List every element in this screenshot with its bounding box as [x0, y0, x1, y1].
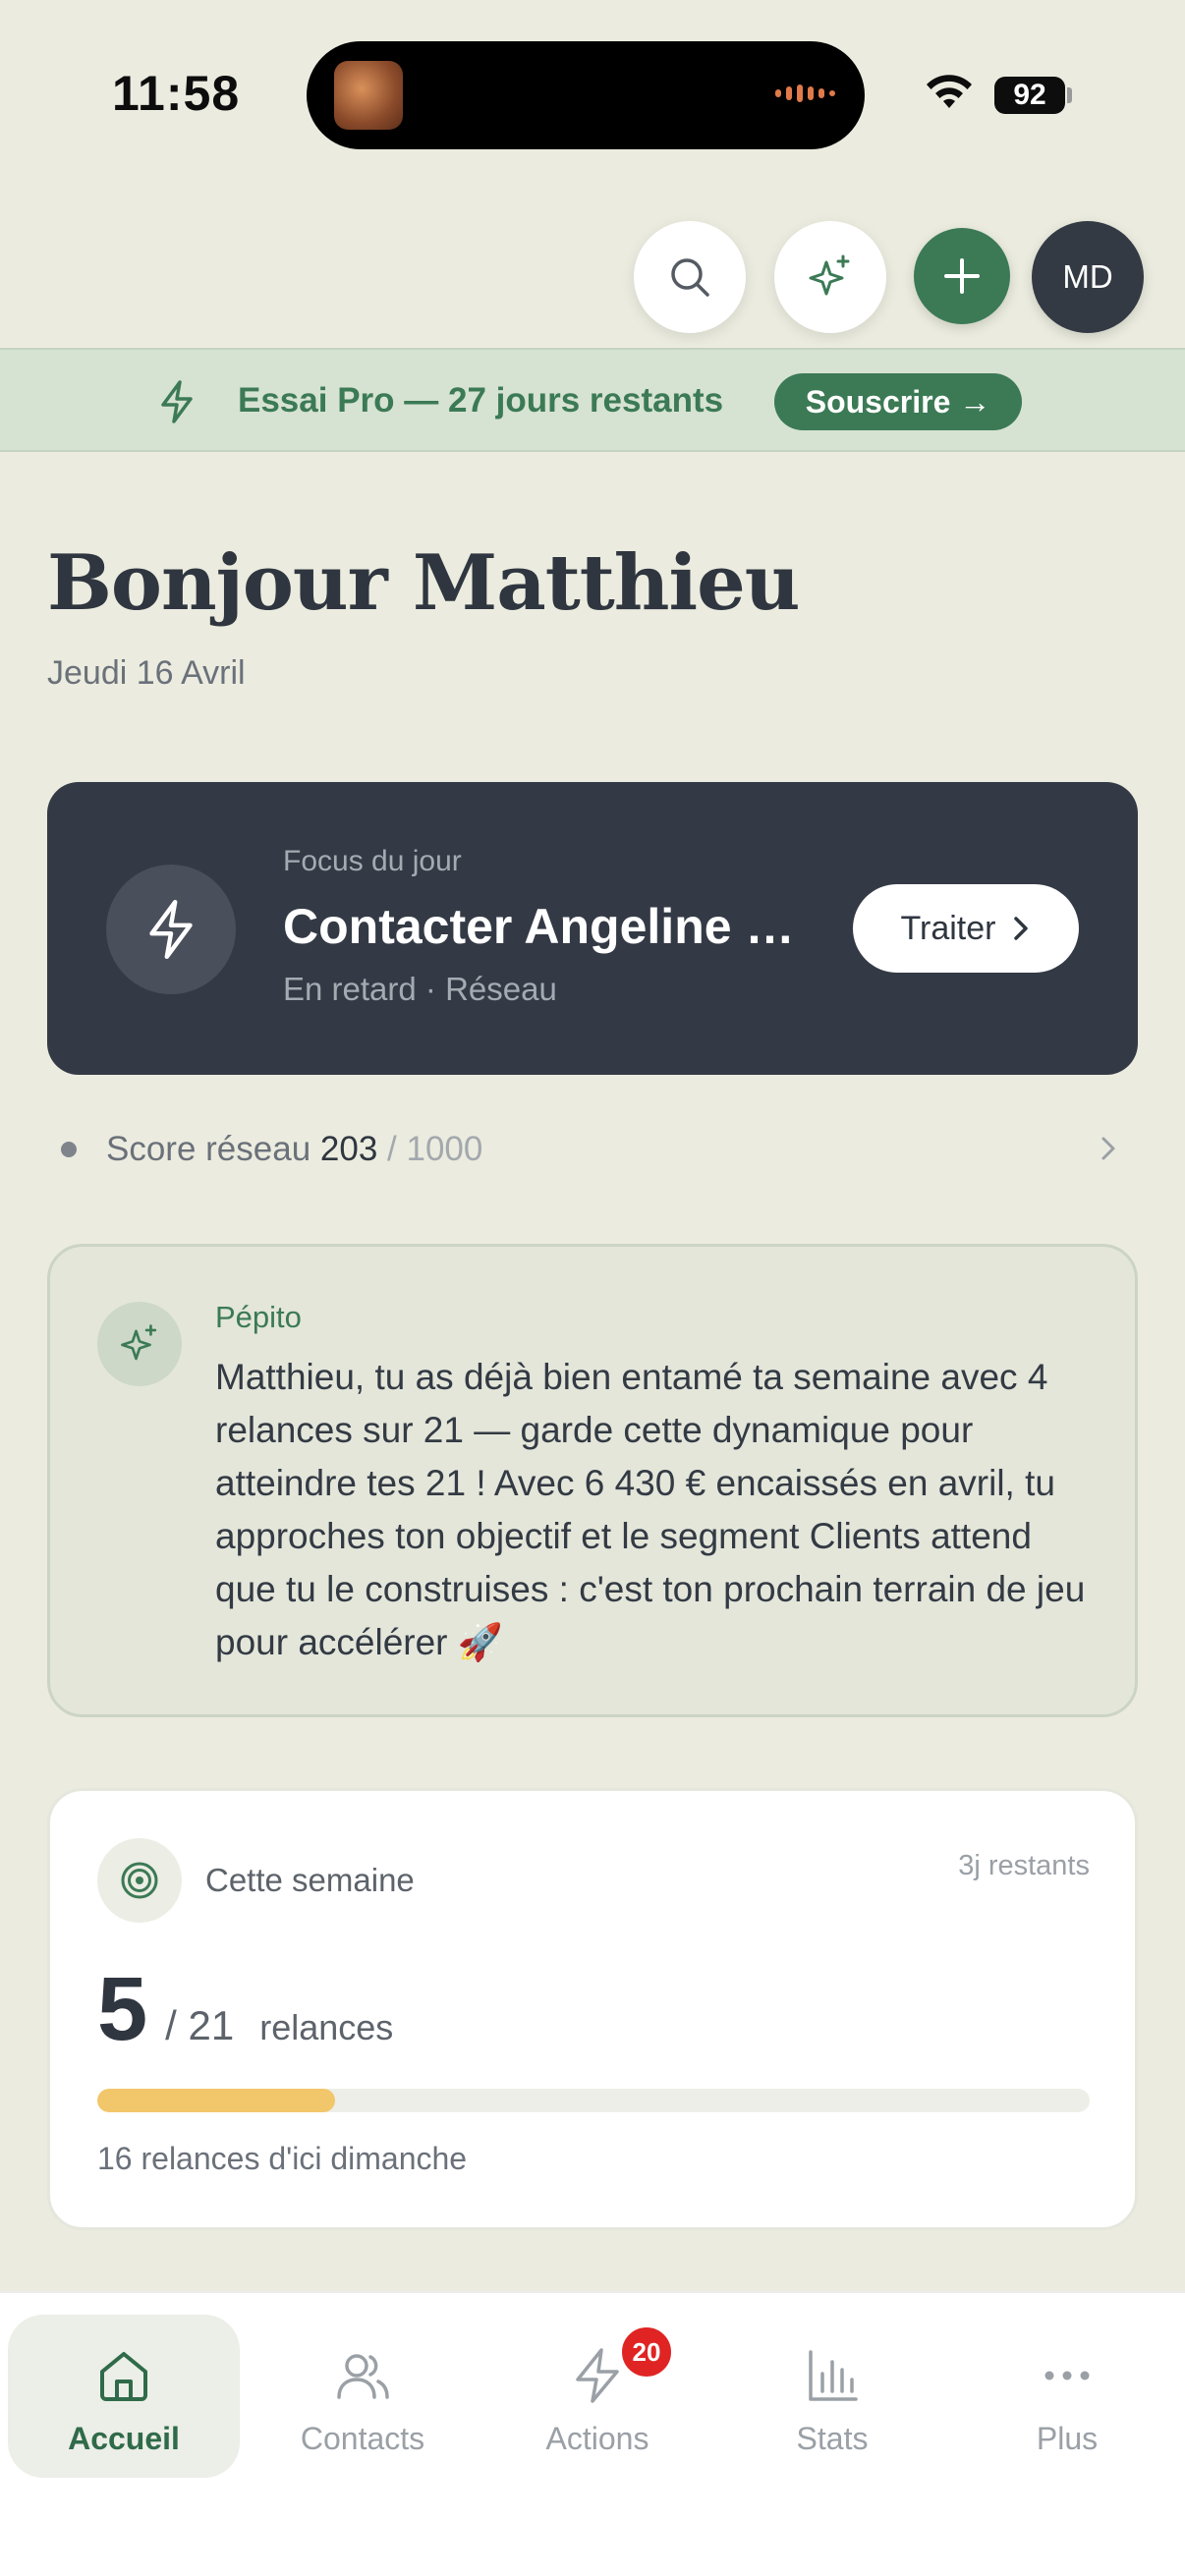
plus-icon — [944, 258, 980, 294]
dynamic-island — [307, 41, 865, 149]
sparkle-icon — [809, 254, 850, 296]
nav-item-plus[interactable]: Plus — [951, 2315, 1183, 2478]
nav-label: Plus — [1036, 2421, 1099, 2456]
nav-label: Contacts — [300, 2421, 425, 2456]
score-label: Score réseau — [106, 1130, 311, 1168]
nav-item-stats[interactable]: Stats — [716, 2315, 948, 2478]
search-icon — [671, 258, 709, 297]
avatar[interactable]: MD — [1032, 221, 1144, 333]
nav-item-contacts[interactable]: Contacts — [247, 2315, 479, 2478]
week-unit: relances — [259, 2007, 394, 2047]
now-playing-artwork — [334, 61, 403, 130]
score-max: / 1000 — [387, 1130, 483, 1168]
bolt-icon — [161, 380, 193, 423]
chevron-right-icon — [1014, 917, 1029, 940]
target-icon-circle — [97, 1838, 182, 1923]
weekly-goal-card[interactable]: Cette semaine 3j restants 5 / 21 relance… — [47, 1788, 1138, 2230]
current-date: Jeudi 16 Avril — [47, 654, 246, 692]
process-button-label: Traiter — [900, 909, 996, 947]
nav-label: Accueil — [68, 2421, 180, 2456]
network-score-row[interactable]: Score réseau 203 / 1000 — [47, 1120, 1138, 1179]
home-icon — [100, 2352, 147, 2401]
process-button[interactable]: Traiter — [853, 884, 1079, 973]
add-button[interactable] — [914, 228, 1010, 324]
bar-chart-icon — [809, 2350, 858, 2401]
actions-badge: 20 — [619, 2324, 674, 2380]
focus-title: Contacter Angeline Martin — [283, 899, 814, 954]
subscribe-button[interactable]: Souscrire → — [774, 373, 1022, 430]
nav-label: Actions — [545, 2421, 649, 2456]
battery-indicator: 92 — [994, 77, 1065, 114]
page-title: Bonjour Matthieu — [47, 538, 800, 628]
ai-assistant-button[interactable] — [774, 221, 886, 333]
chevron-right-icon — [1101, 1137, 1115, 1160]
target-icon — [121, 1862, 158, 1899]
trial-banner: Essai Pro — 27 jours restants Souscrire … — [0, 348, 1185, 452]
battery-tip — [1067, 87, 1072, 103]
focus-kicker: Focus du jour — [283, 845, 462, 877]
audio-waveform-icon — [775, 84, 835, 102]
week-label: Cette semaine — [205, 1862, 415, 1898]
bottom-navigation: Accueil Contacts 20 Actions Stats Plus — [0, 2291, 1185, 2576]
assistant-message: Matthieu, tu as déjà bien entamé ta sema… — [215, 1357, 1086, 1662]
focus-icon-circle — [106, 865, 236, 994]
week-total: / 21 — [165, 2002, 235, 2048]
status-time: 11:58 — [112, 66, 241, 121]
nav-item-actions[interactable]: 20 Actions — [481, 2315, 713, 2478]
week-done: 5 — [97, 1959, 148, 2059]
nav-label: Stats — [796, 2421, 869, 2456]
focus-card[interactable]: Focus du jour Contacter Angeline Martin … — [47, 782, 1138, 1075]
week-count: 5 / 21 relances — [97, 1958, 393, 2061]
nav-item-accueil[interactable]: Accueil — [8, 2315, 240, 2478]
week-progress-fill — [97, 2089, 336, 2112]
more-icon — [1044, 2371, 1090, 2380]
assistant-avatar — [97, 1302, 182, 1386]
score-text: Score réseau 203 / 1000 — [106, 1130, 482, 1169]
trial-text: Essai Pro — 27 jours restants — [238, 381, 724, 420]
bolt-icon — [149, 899, 193, 960]
contacts-icon — [337, 2354, 389, 2399]
week-progress-bar — [97, 2089, 1090, 2112]
score-value: 203 — [319, 1130, 378, 1168]
assistant-message-card: Pépito Matthieu, tu as déjà bien entamé … — [47, 1244, 1138, 1717]
assistant-name: Pépito — [215, 1300, 302, 1334]
wifi-icon — [927, 75, 972, 108]
week-note: 16 relances d'ici dimanche — [97, 2141, 468, 2176]
status-bar: 11:58 92 — [0, 0, 1185, 187]
focus-subtitle: En retard · Réseau — [283, 971, 557, 1007]
score-dot — [61, 1142, 77, 1157]
search-button[interactable] — [634, 221, 746, 333]
sparkle-icon — [121, 1324, 157, 1361]
days-remaining: 3j restants — [958, 1850, 1090, 1881]
